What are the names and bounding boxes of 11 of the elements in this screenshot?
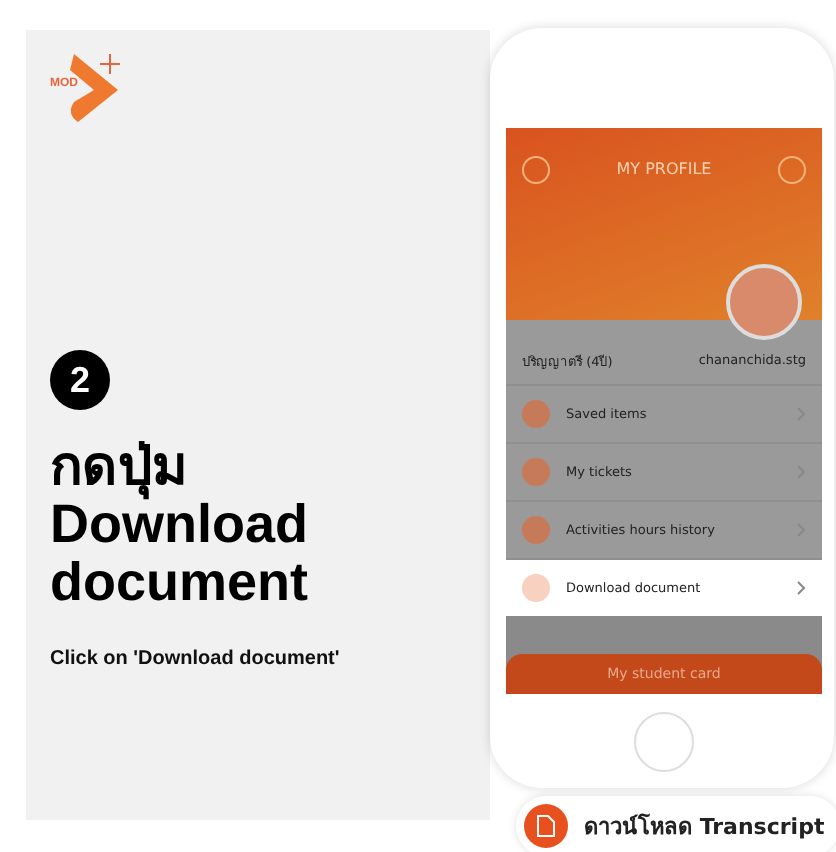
menu-icon bbox=[522, 400, 550, 428]
screen-title: MY PROFILE bbox=[614, 160, 714, 178]
step-caption: Click on 'Download document' bbox=[50, 648, 342, 671]
avatar bbox=[726, 264, 802, 340]
menu-icon bbox=[522, 458, 550, 486]
step-title: กดปุ่ม bbox=[50, 438, 190, 497]
step-number: 2 bbox=[50, 350, 110, 410]
menu-icon bbox=[522, 574, 550, 602]
chevron-icon bbox=[796, 580, 806, 596]
callout-label: ดาวน์โหลด Transcript bbox=[584, 811, 825, 844]
menu-icon bbox=[522, 516, 550, 544]
